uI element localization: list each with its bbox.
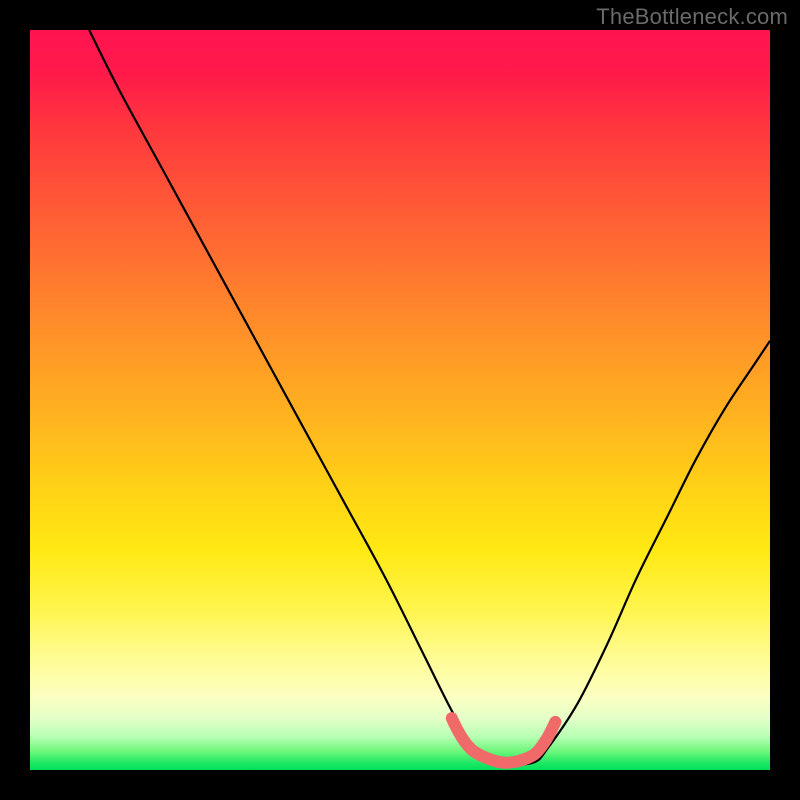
bottleneck-curve bbox=[89, 30, 770, 764]
watermark-text: TheBottleneck.com bbox=[596, 4, 788, 30]
sweet-spot-band bbox=[452, 718, 556, 763]
plot-area bbox=[30, 30, 770, 770]
chart-frame: TheBottleneck.com bbox=[0, 0, 800, 800]
curve-layer bbox=[30, 30, 770, 770]
